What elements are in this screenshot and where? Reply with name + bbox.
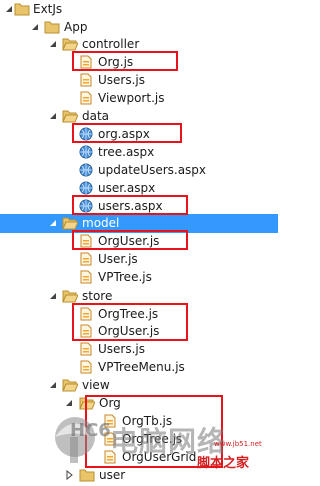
aspx-globe-icon [78,145,94,159]
highlight-box [72,51,178,71]
js-file-icon [78,252,94,266]
js-file-icon [78,73,94,87]
tree-label: ExtJs [33,2,63,16]
tree-node-file[interactable]: tree.aspx [0,143,278,162]
collapse-arrow-icon[interactable] [48,380,58,390]
highlight-box [72,123,182,143]
collapse-arrow-icon[interactable] [64,398,74,408]
js-file-icon [78,342,94,356]
highlight-box [85,395,223,468]
collapse-arrow-icon[interactable] [4,4,14,14]
highlight-box [72,303,188,341]
tree-label: VPTree.js [98,270,152,284]
tree-label: Users.js [98,73,146,87]
tree-label: App [64,20,88,34]
tree-node-file[interactable]: Users.js [0,71,278,90]
tree-node-file[interactable]: Users.js [0,340,278,359]
folder-icon [79,468,95,482]
expand-arrow-icon[interactable] [64,470,74,480]
tree-label: tree.aspx [98,145,155,159]
folder-open-icon [62,289,78,303]
folder-icon [14,2,30,16]
tree-node-file[interactable]: VPTreeMenu.js [0,358,278,377]
js-file-icon [78,270,94,284]
folder-icon [44,20,60,34]
tree-label: Viewport.js [98,91,165,105]
highlight-box [72,195,188,215]
highlight-box [72,230,188,250]
tree-label: User.js [98,252,138,266]
js-file-icon [78,360,94,374]
collapse-arrow-icon[interactable] [48,111,58,121]
tree-label: user [99,468,126,482]
tree-node-file[interactable]: updateUsers.aspx [0,161,278,180]
tree-node-user[interactable]: user [0,466,278,485]
js-file-icon [78,91,94,105]
solution-explorer-tree: ExtJs App controller Org.js Users.js Vie… [0,0,278,486]
folder-open-icon [62,378,78,392]
tree-label: Users.js [98,342,146,356]
tree-node-extjs[interactable]: ExtJs [0,0,278,19]
tree-label: view [82,378,110,392]
collapse-arrow-icon[interactable] [48,218,58,228]
folder-open-icon [62,37,78,51]
tree-label: updateUsers.aspx [98,163,207,177]
folder-open-icon [62,109,78,123]
tree-label: VPTreeMenu.js [98,360,185,374]
tree-node-file[interactable]: Viewport.js [0,89,278,108]
aspx-globe-icon [78,163,94,177]
tree-node-file[interactable]: User.js [0,250,278,269]
collapse-arrow-icon[interactable] [48,39,58,49]
folder-open-icon [62,216,78,230]
aspx-globe-icon [78,181,94,195]
tree-node-file[interactable]: VPTree.js [0,268,278,287]
collapse-arrow-icon[interactable] [30,22,40,32]
collapse-arrow-icon[interactable] [48,291,58,301]
tree-node-view[interactable]: view [0,376,278,395]
